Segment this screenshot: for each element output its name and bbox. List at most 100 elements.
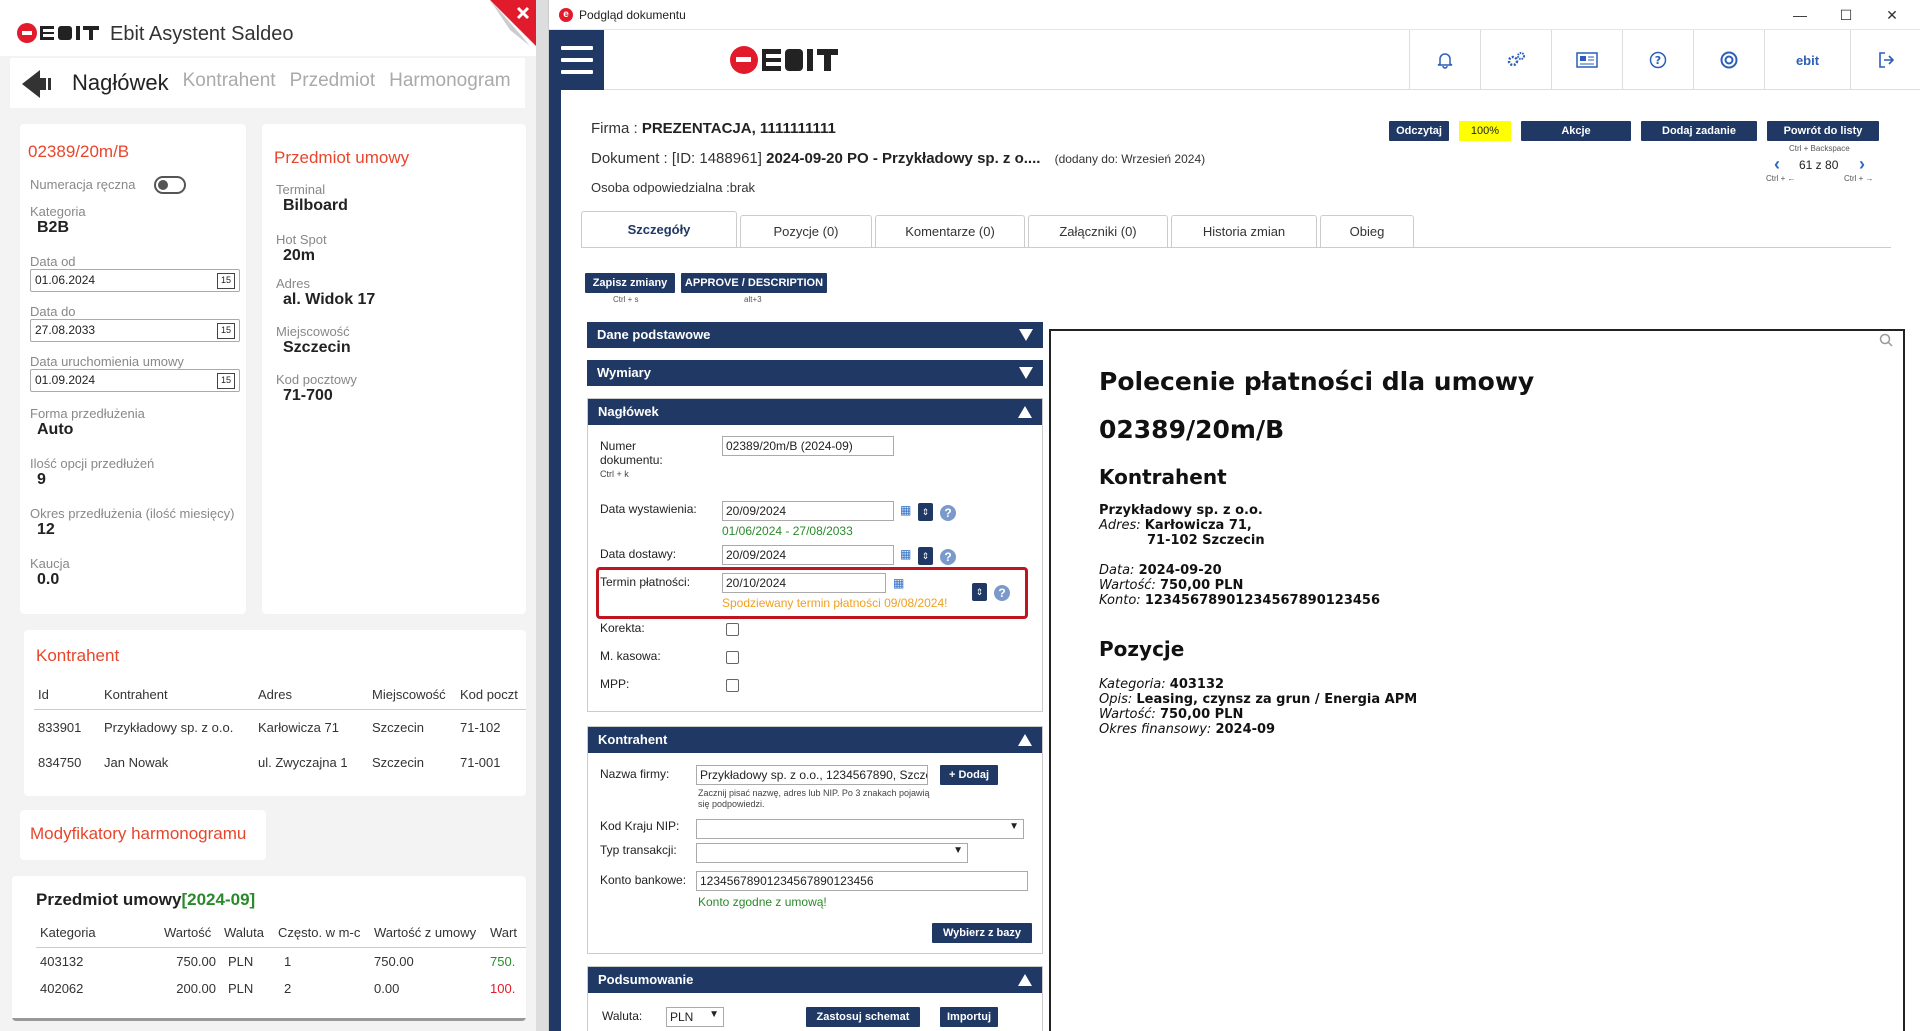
due-date-stepper[interactable]: ⇕ <box>972 583 987 601</box>
delivery-date-stepper[interactable]: ⇕ <box>918 547 933 565</box>
table-row[interactable]: 834750 Jan Nowak ul. Zwyczajna 1 Szczeci… <box>34 745 526 780</box>
preview-date-value: 2024-09-20 <box>1138 563 1222 578</box>
tab-positions[interactable]: Pozycje (0) <box>740 215 872 247</box>
calendar-icon[interactable]: ▦ <box>900 503 914 517</box>
tab-attachments[interactable]: Załączniki (0) <box>1028 215 1168 247</box>
close-button[interactable]: ✕ <box>1869 2 1915 28</box>
date-from-input[interactable]: 01.06.2024 15 <box>30 269 240 292</box>
bell-icon[interactable] <box>1409 30 1480 90</box>
section-basic[interactable]: Dane podstawowe <box>587 322 1043 348</box>
settings-gears-icon[interactable] <box>1480 30 1551 90</box>
import-button[interactable]: Importuj <box>940 1007 998 1027</box>
minimize-button[interactable]: — <box>1777 2 1823 28</box>
table-row[interactable]: 402062 200.00 PLN 2 0.00 100. <box>36 975 526 1002</box>
currency-value: PLN <box>670 1010 694 1024</box>
collapse-icon[interactable] <box>1018 406 1032 418</box>
tab-przedmiot[interactable]: Przedmiot <box>290 70 376 96</box>
read-button[interactable]: Odczytaj <box>1389 121 1449 141</box>
calendar-icon[interactable]: ▦ <box>900 547 914 561</box>
bank-account-input[interactable]: 12345678901234567890123456 <box>696 871 1028 891</box>
tab-naglowek[interactable]: Nagłówek <box>72 70 169 96</box>
back-arrow-icon[interactable] <box>22 70 54 98</box>
calendar-icon[interactable]: ▦ <box>893 576 907 590</box>
preview-title-1: Polecenie płatności dla umowy <box>1099 367 1535 396</box>
date-to-input[interactable]: 27.08.2033 15 <box>30 319 240 342</box>
modifiers-card[interactable]: Modyfikatory harmonogramu <box>20 810 266 860</box>
expand-icon[interactable] <box>1019 329 1033 341</box>
preview-title-2: 02389/20m/B <box>1099 415 1285 444</box>
zoom-indicator[interactable]: 100% <box>1459 121 1511 141</box>
table-row[interactable]: 403132 750.00 PLN 1 750.00 750. <box>36 948 526 976</box>
mpp-checkbox[interactable] <box>726 679 739 692</box>
preview-period-label: Okres finansowy: <box>1099 722 1212 737</box>
docnum-input[interactable]: 02389/20m/B (2024-09) <box>722 436 894 456</box>
actions-button[interactable]: Akcje <box>1521 121 1631 141</box>
section-dimensions-title: Wymiary <box>597 365 651 380</box>
tab-kontrahent[interactable]: Kontrahent <box>183 70 276 96</box>
help-icon[interactable]: ? <box>994 585 1010 601</box>
launch-date-input[interactable]: 01.09.2024 15 <box>30 369 240 392</box>
docnum-shortcut: Ctrl + k <box>600 469 629 479</box>
user-name[interactable]: ebit <box>1764 30 1850 90</box>
add-task-button[interactable]: Dodaj zadanie <box>1641 121 1757 141</box>
preview-category-value: 403132 <box>1169 677 1225 692</box>
section-contractor-title: Kontrahent <box>598 732 668 747</box>
tab-history[interactable]: Historia zmian <box>1171 215 1317 247</box>
nip-select[interactable]: ▼ <box>696 819 1024 839</box>
hamburger-menu-icon[interactable] <box>549 30 604 90</box>
col-city: Miejscowość <box>368 680 456 710</box>
correction-checkbox[interactable] <box>726 623 739 636</box>
col-address: Adres <box>254 680 368 710</box>
add-contractor-button[interactable]: + Dodaj <box>940 765 998 785</box>
section-dimensions[interactable]: Wymiary <box>587 360 1043 386</box>
approve-button[interactable]: APPROVE / DESCRIPTION <box>681 273 827 293</box>
due-date-input[interactable]: 20/10/2024 <box>722 573 886 593</box>
tab-workflow[interactable]: Obieg <box>1320 215 1414 247</box>
table-row[interactable]: 833901 Przykładowy sp. z o.o. Karłowicza… <box>34 710 526 746</box>
window-splitter[interactable] <box>536 0 548 1031</box>
col-category: Kategoria <box>36 918 160 948</box>
maximize-button[interactable]: ☐ <box>1823 2 1869 28</box>
launch-date-value: 01.09.2024 <box>35 373 96 387</box>
pager-prev-icon[interactable]: ‹ <box>1774 154 1780 175</box>
firm-label: Firma : <box>591 120 638 137</box>
calendar-icon[interactable]: 15 <box>217 373 235 389</box>
cell-value: 200.00 <box>176 981 216 996</box>
back-to-list-button[interactable]: Powrót do listy <box>1767 121 1879 141</box>
pager-next-icon[interactable]: › <box>1859 154 1865 175</box>
cash-method-checkbox[interactable] <box>726 651 739 664</box>
delivery-date-input[interactable]: 20/09/2024 <box>722 545 894 565</box>
collapse-icon[interactable] <box>1018 734 1032 746</box>
close-corner-icon[interactable] <box>490 0 536 46</box>
firm-value: PREZENTACJA, 1111111111 <box>641 120 836 137</box>
preview-address-label: Adres: <box>1099 518 1141 533</box>
manual-numbering-toggle[interactable] <box>153 176 186 194</box>
assistant-panel: Ebit Asystent Saldeo Nagłówek Kontrahent… <box>0 0 536 1031</box>
calendar-icon[interactable]: 15 <box>217 323 235 339</box>
firm-name-input[interactable]: Przykładowy sp. z o.o., 1234567890, Szcz… <box>696 765 928 785</box>
currency-select[interactable]: PLN ▼ <box>666 1007 724 1027</box>
save-button[interactable]: Zapisz zmiany <box>585 273 675 293</box>
transaction-type-select[interactable]: ▼ <box>696 843 968 863</box>
news-icon[interactable] <box>1551 30 1622 90</box>
postcode-label: Kod pocztowy <box>276 372 357 387</box>
tab-harmonogram[interactable]: Harmonogram <box>389 70 510 96</box>
support-lifebuoy-icon[interactable] <box>1693 30 1764 90</box>
expand-icon[interactable] <box>1019 367 1033 379</box>
tab-details[interactable]: Szczegóły <box>581 211 737 247</box>
help-icon[interactable]: ? <box>940 505 956 521</box>
extension-options-value: 9 <box>37 471 46 488</box>
collapse-icon[interactable] <box>1018 974 1032 986</box>
choose-from-db-button[interactable]: Wybierz z bazy <box>932 923 1032 943</box>
issue-date-stepper[interactable]: ⇕ <box>918 503 933 521</box>
calendar-icon[interactable]: 15 <box>217 273 235 289</box>
document-tabs: Szczegóły Pozycje (0) Komentarze (0) Zał… <box>581 211 1414 247</box>
help-icon[interactable]: ? <box>1622 30 1693 90</box>
help-icon[interactable]: ? <box>940 549 956 565</box>
apply-scheme-button[interactable]: Zastosuj schemat <box>806 1007 920 1027</box>
logout-icon[interactable] <box>1850 30 1920 90</box>
issue-date-input[interactable]: 20/09/2024 <box>722 501 894 521</box>
zoom-search-icon[interactable] <box>1879 333 1893 352</box>
tab-comments[interactable]: Komentarze (0) <box>875 215 1025 247</box>
schedule-scrollbar[interactable] <box>12 1018 526 1021</box>
